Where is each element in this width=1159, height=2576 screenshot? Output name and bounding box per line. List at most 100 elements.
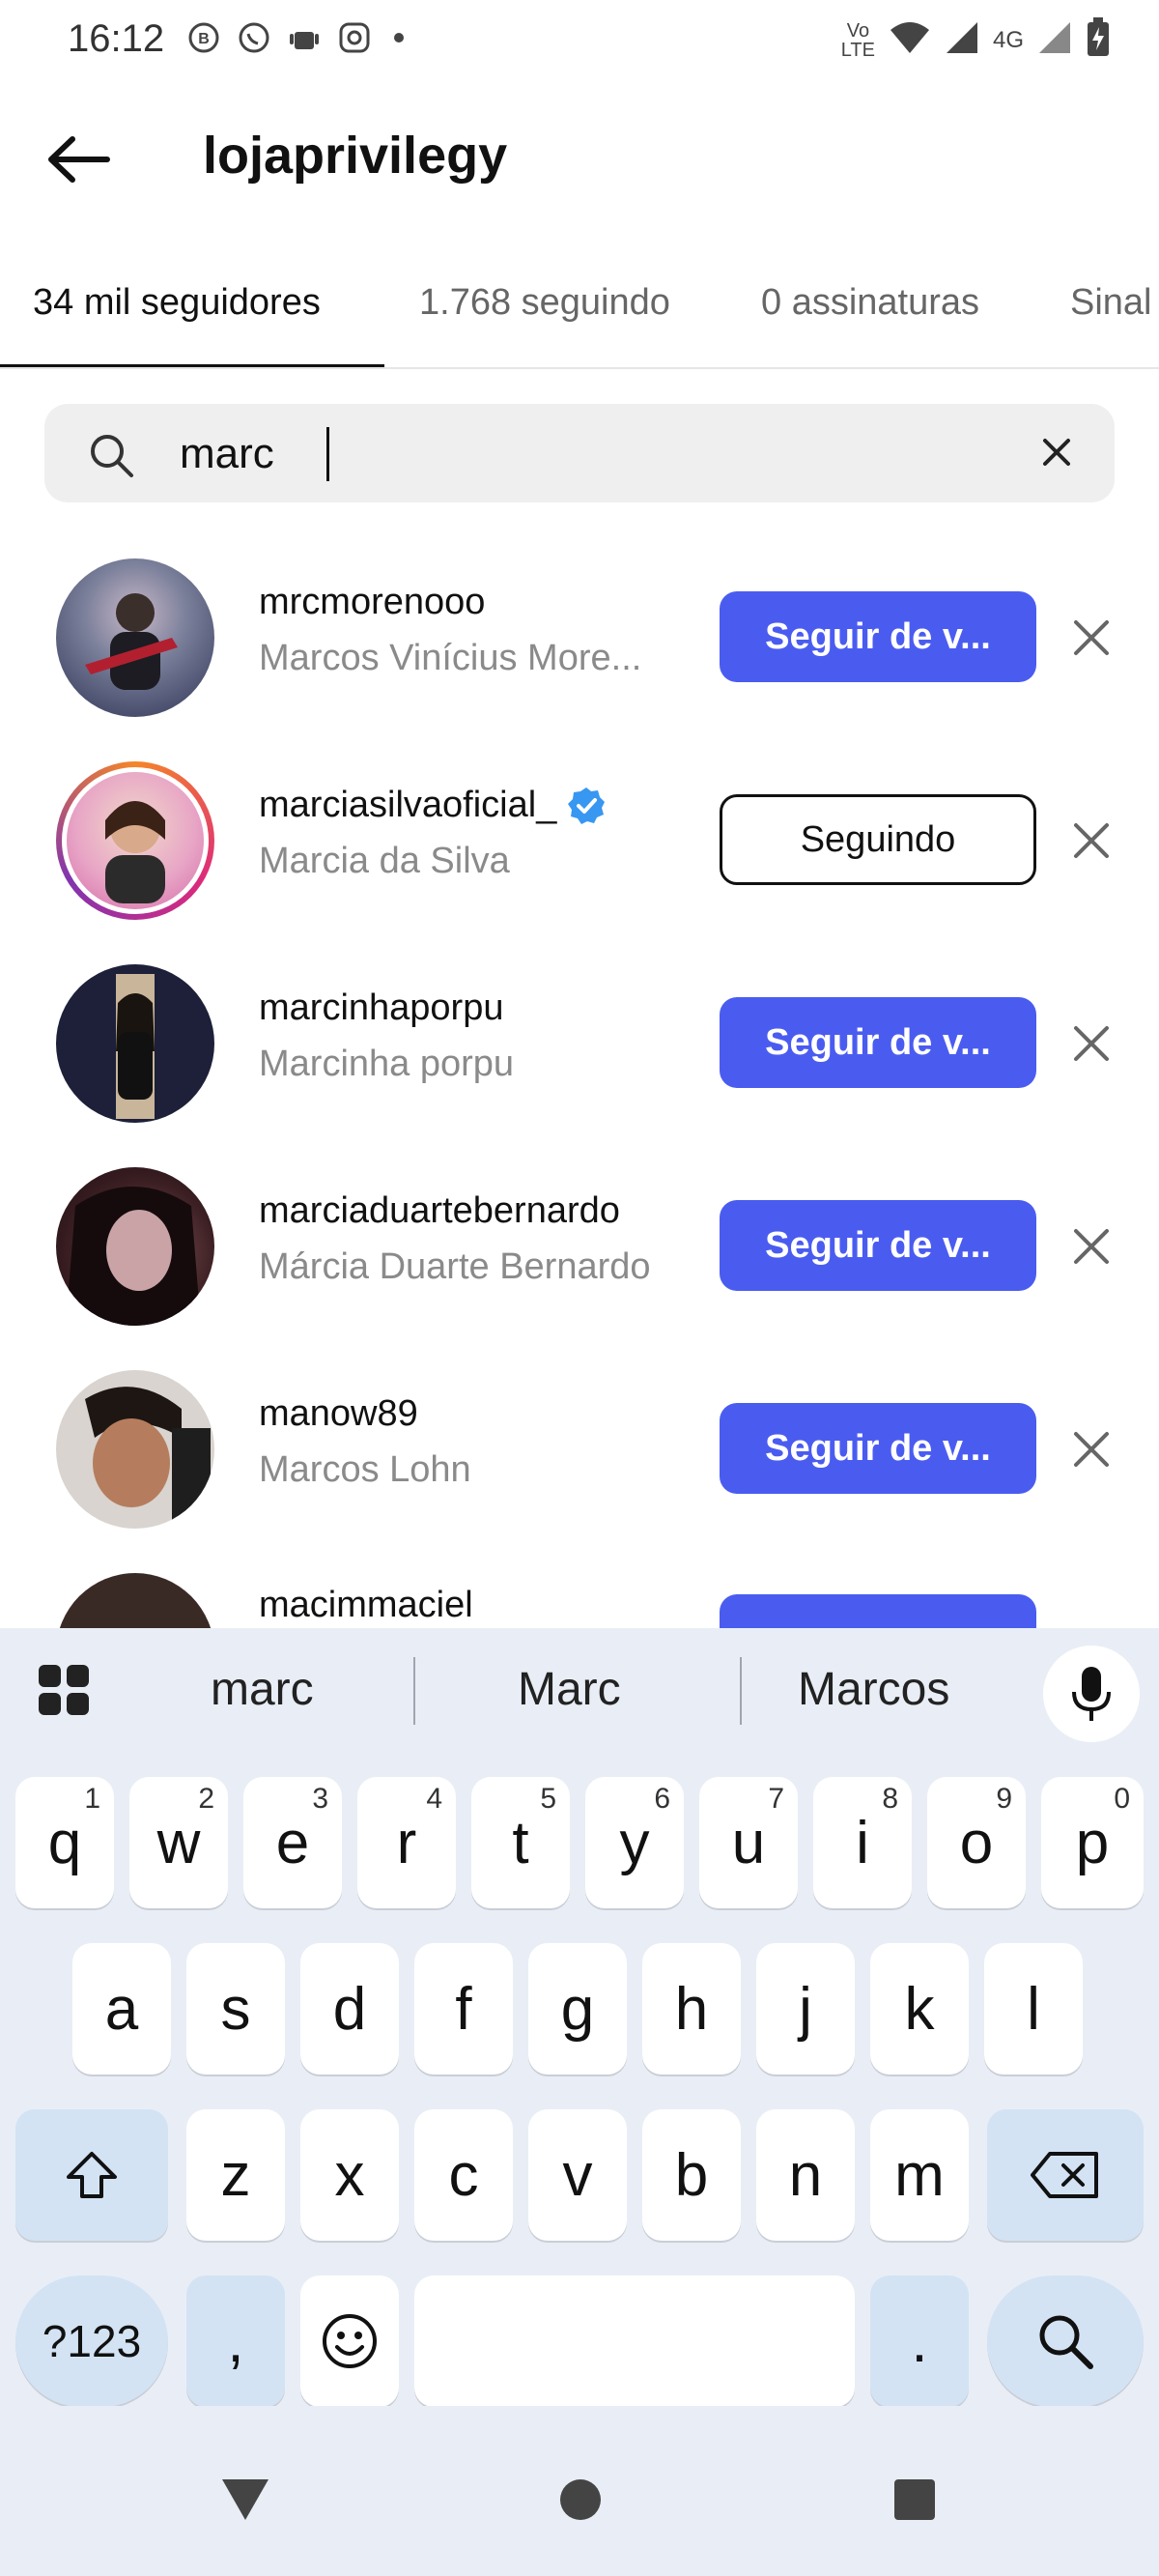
- comma-key[interactable]: ,: [186, 2275, 285, 2407]
- key-g[interactable]: g: [528, 1943, 627, 2075]
- key-s[interactable]: s: [186, 1943, 285, 2075]
- key-i[interactable]: i8: [813, 1777, 912, 1908]
- key-l[interactable]: l: [984, 1943, 1083, 2075]
- key-a[interactable]: a: [72, 1943, 171, 2075]
- follow-back-button[interactable]: Seguir de v...: [720, 997, 1036, 1088]
- volte-indicator: Vo LTE: [840, 19, 875, 61]
- remove-icon[interactable]: [1070, 1225, 1113, 1268]
- text-caret: [326, 427, 329, 481]
- tab-seguidores[interactable]: 34 mil seguidores: [33, 282, 321, 324]
- list-item[interactable]: manow89 Marcos Lohn Seguir de v...: [0, 1353, 1159, 1556]
- key-w[interactable]: w2: [129, 1777, 228, 1908]
- shift-key[interactable]: [15, 2109, 168, 2241]
- key-e[interactable]: e3: [243, 1777, 342, 1908]
- search-bar[interactable]: [44, 404, 1115, 502]
- avatar[interactable]: [56, 558, 214, 717]
- shift-icon: [67, 2152, 117, 2198]
- follow-back-button[interactable]: Seguir de v...: [720, 1200, 1036, 1291]
- key-m[interactable]: m: [870, 2109, 969, 2241]
- suggestion-divider: [740, 1657, 742, 1725]
- remove-icon[interactable]: [1070, 1428, 1113, 1471]
- tab-sinal[interactable]: Sinal: [1070, 282, 1152, 324]
- remove-icon[interactable]: [1070, 819, 1113, 862]
- username[interactable]: marciasilvaoficial_: [259, 785, 607, 826]
- android-icon: [286, 19, 323, 56]
- list-item[interactable]: marciasilvaoficial_ Marcia da Silva Segu…: [0, 744, 1159, 947]
- active-tab-indicator: [0, 364, 384, 367]
- follow-back-button[interactable]: Seguir de v...: [720, 591, 1036, 682]
- profile-header: lojaprivilegy: [0, 106, 1159, 213]
- verified-badge-icon: [568, 787, 606, 824]
- suggestion-1[interactable]: marc: [211, 1663, 314, 1716]
- key-f[interactable]: f: [414, 1943, 513, 2075]
- avatar[interactable]: [56, 1370, 214, 1529]
- suggestion-divider: [413, 1657, 415, 1725]
- key-x[interactable]: x: [300, 2109, 399, 2241]
- key-c[interactable]: c: [414, 2109, 513, 2241]
- whatsapp-icon: [236, 19, 272, 56]
- username[interactable]: manow89: [259, 1393, 418, 1435]
- emoji-key[interactable]: [300, 2275, 399, 2407]
- key-r[interactable]: r4: [357, 1777, 456, 1908]
- username[interactable]: mrcmorenooo: [259, 582, 485, 623]
- followers-tabs: 34 mil seguidores 1.768 seguindo 0 assin…: [0, 261, 1159, 369]
- svg-text:B: B: [198, 31, 210, 47]
- page-title: lojaprivilegy: [203, 127, 508, 185]
- key-b[interactable]: b: [642, 2109, 741, 2241]
- remove-icon[interactable]: [1070, 1022, 1113, 1065]
- key-o[interactable]: o9: [927, 1777, 1026, 1908]
- search-input[interactable]: [180, 427, 952, 481]
- wifi-icon: [889, 20, 931, 60]
- key-q[interactable]: q1: [15, 1777, 114, 1908]
- list-item[interactable]: mrcmorenooo Marcos Vinícius More... Segu…: [0, 541, 1159, 744]
- search-action-key[interactable]: [987, 2275, 1144, 2407]
- full-name: Marcia da Silva: [259, 841, 510, 881]
- list-item[interactable]: marciaduartebernardo Márcia Duarte Berna…: [0, 1150, 1159, 1353]
- mic-button[interactable]: [1043, 1646, 1140, 1742]
- key-k[interactable]: k: [870, 1943, 969, 2075]
- key-j[interactable]: j: [756, 1943, 855, 2075]
- tab-assinaturas[interactable]: 0 assinaturas: [761, 282, 979, 324]
- avatar[interactable]: [56, 964, 214, 1123]
- recents-square-icon[interactable]: [892, 2477, 937, 2522]
- remove-icon[interactable]: [1070, 616, 1113, 659]
- suggestion-2[interactable]: Marc: [518, 1663, 621, 1716]
- avatar[interactable]: [56, 1573, 214, 1628]
- back-button[interactable]: [39, 126, 116, 193]
- key-u[interactable]: u7: [699, 1777, 798, 1908]
- instagram-icon: [336, 19, 373, 56]
- backspace-key[interactable]: [987, 2109, 1144, 2241]
- full-name: Marcinha porpu: [259, 1044, 515, 1084]
- key-n[interactable]: n: [756, 2109, 855, 2241]
- space-bar[interactable]: [414, 2275, 855, 2407]
- key-t[interactable]: t5: [471, 1777, 570, 1908]
- key-h[interactable]: h: [642, 1943, 741, 2075]
- list-item[interactable]: macimmaciel: [0, 1556, 1159, 1628]
- key-z[interactable]: z: [186, 2109, 285, 2241]
- tab-seguindo[interactable]: 1.768 seguindo: [419, 282, 670, 324]
- following-button[interactable]: Seguindo: [720, 794, 1036, 885]
- signal-icon-2: [1037, 20, 1072, 60]
- follow-back-button[interactable]: [720, 1594, 1036, 1628]
- back-triangle-icon[interactable]: [220, 2477, 270, 2522]
- symbols-key[interactable]: ?123: [15, 2275, 168, 2407]
- username[interactable]: marcinhaporpu: [259, 987, 503, 1029]
- key-p[interactable]: p0: [1041, 1777, 1144, 1908]
- suggestion-3[interactable]: Marcos: [798, 1663, 949, 1716]
- avatar[interactable]: [56, 1167, 214, 1326]
- system-icons: Vo LTE 4G: [841, 17, 1111, 63]
- key-d[interactable]: d: [300, 1943, 399, 2075]
- follow-back-button[interactable]: Seguir de v...: [720, 1403, 1036, 1494]
- list-item[interactable]: marcinhaporpu Marcinha porpu Seguir de v…: [0, 947, 1159, 1150]
- close-icon[interactable]: [1037, 433, 1076, 472]
- avatar[interactable]: [56, 761, 214, 920]
- period-key[interactable]: .: [870, 2275, 969, 2407]
- home-circle-icon[interactable]: [558, 2477, 603, 2522]
- username[interactable]: marciaduartebernardo: [259, 1190, 620, 1232]
- key-v[interactable]: v: [528, 2109, 627, 2241]
- network-type: 4G: [992, 26, 1024, 53]
- username[interactable]: macimmaciel: [259, 1585, 473, 1626]
- apps-grid-icon[interactable]: [37, 1663, 91, 1717]
- full-name: Marcos Vinícius More...: [259, 638, 642, 678]
- key-y[interactable]: y6: [585, 1777, 684, 1908]
